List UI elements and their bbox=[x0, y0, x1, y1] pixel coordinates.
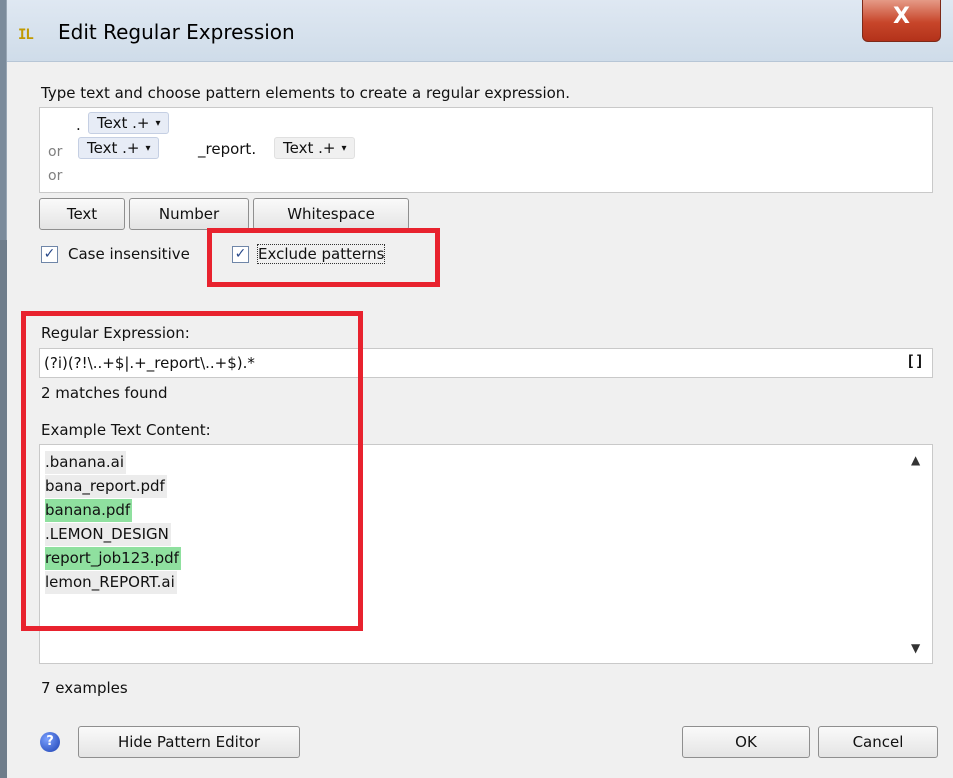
pattern-literal: _report. bbox=[198, 140, 257, 158]
insert-number-button[interactable]: Number bbox=[129, 198, 249, 230]
case-insensitive-checkbox[interactable]: ✓ bbox=[41, 246, 58, 263]
scroll-down-icon[interactable]: ▼ bbox=[911, 641, 920, 655]
pattern-instruction: Type text and choose pattern elements to… bbox=[41, 84, 571, 102]
window-left-border bbox=[0, 0, 7, 778]
pattern-token-dropdown[interactable]: Text .+ ▾ bbox=[88, 112, 170, 134]
chevron-down-icon: ▾ bbox=[145, 143, 151, 154]
window-title: Edit Regular Expression bbox=[58, 20, 295, 44]
vertical-scrollbar[interactable]: ▲ ▼ bbox=[904, 445, 932, 663]
help-icon[interactable]: ? bbox=[40, 732, 60, 752]
insert-text-button[interactable]: Text bbox=[39, 198, 125, 230]
or-separator: or bbox=[48, 168, 63, 184]
hide-pattern-editor-button[interactable]: Hide Pattern Editor bbox=[78, 726, 300, 758]
chevron-down-icon: ▾ bbox=[155, 118, 161, 129]
token-label: Text .+ bbox=[97, 114, 150, 132]
close-button[interactable]: X bbox=[862, 0, 941, 42]
pattern-token-dropdown[interactable]: Text .+ ▾ bbox=[78, 137, 160, 159]
pattern-editor[interactable]: . Text .+ ▾ or Text .+ ▾ _report. Text .+ ▾… bbox=[39, 107, 933, 193]
annotation-highlight-box bbox=[21, 311, 363, 631]
brackets-icon[interactable]: [] bbox=[906, 352, 924, 370]
cancel-button[interactable]: Cancel bbox=[818, 726, 938, 758]
chevron-down-icon: ▾ bbox=[341, 143, 347, 154]
token-label: Text .+ bbox=[283, 139, 336, 157]
insert-whitespace-button[interactable]: Whitespace bbox=[253, 198, 409, 230]
scroll-up-icon[interactable]: ▲ bbox=[911, 453, 920, 467]
annotation-highlight-box bbox=[207, 228, 440, 287]
token-label: Text .+ bbox=[87, 139, 140, 157]
ok-button[interactable]: OK bbox=[682, 726, 810, 758]
or-separator: or bbox=[48, 144, 63, 160]
examples-count: 7 examples bbox=[41, 679, 128, 697]
pattern-literal: . bbox=[76, 116, 81, 134]
case-insensitive-label[interactable]: Case insensitive bbox=[68, 245, 190, 263]
pattern-token-dropdown[interactable]: Text .+ ▾ bbox=[274, 137, 356, 159]
app-icon: IL bbox=[18, 27, 34, 43]
